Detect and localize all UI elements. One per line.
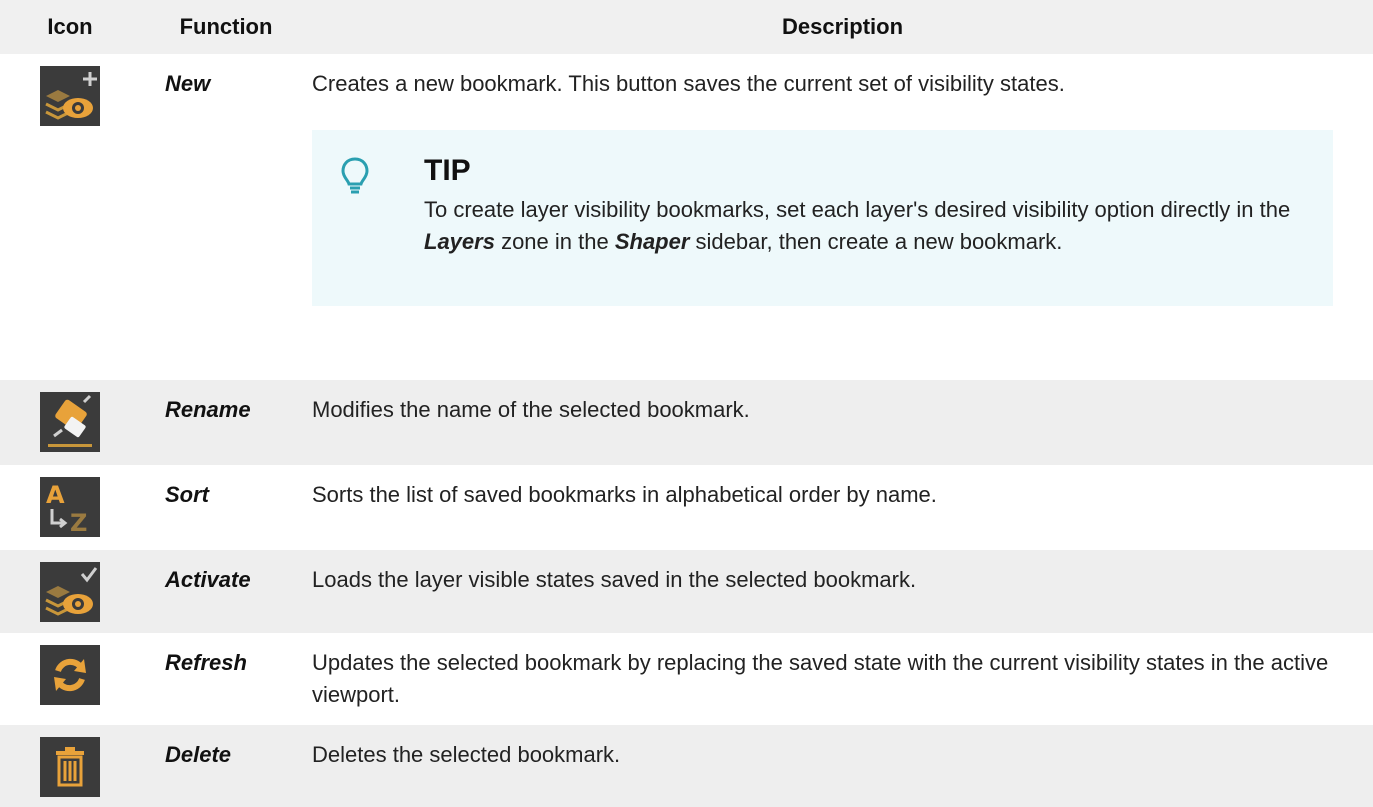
function-name: New — [165, 71, 211, 96]
functions-table: Icon Function Description New Creates a … — [0, 0, 1373, 807]
lightbulb-icon — [341, 157, 369, 194]
svg-text:Z: Z — [70, 509, 87, 537]
table-header-row: Icon Function Description — [0, 0, 1373, 54]
tip-bold-shaper: Shaper — [614, 229, 690, 254]
table-row: A Z Sort Sorts the list of saved bookmar… — [0, 465, 1373, 550]
sort-az-icon: A Z — [40, 477, 100, 537]
refresh-icon — [40, 645, 100, 705]
function-description: Sorts the list of saved bookmarks in alp… — [312, 482, 937, 507]
tip-body: To create layer visibility bookmarks, se… — [424, 197, 1291, 254]
table-row: Activate Loads the layer visible states … — [0, 550, 1373, 633]
header-description: Description — [781, 14, 904, 39]
tip-box: TIP To create layer visibility bookmarks… — [312, 130, 1333, 306]
rename-icon — [40, 392, 100, 452]
new-bookmark-icon — [40, 66, 100, 126]
tip-title: TIP — [424, 154, 471, 187]
svg-text:A: A — [46, 481, 65, 509]
function-name: Refresh — [165, 650, 247, 675]
function-description: Updates the selected bookmark by replaci… — [312, 650, 1329, 707]
header-icon: Icon — [47, 14, 93, 39]
function-description: Deletes the selected bookmark. — [312, 742, 621, 767]
function-name: Activate — [165, 567, 251, 592]
table-row: Delete Deletes the selected bookmark. — [0, 725, 1373, 807]
header-function: Function — [179, 14, 273, 39]
function-description: Loads the layer visible states saved in … — [312, 567, 917, 592]
function-name: Rename — [165, 397, 251, 422]
table-row: Rename Modifies the name of the selected… — [0, 380, 1373, 465]
table-row: Refresh Updates the selected bookmark by… — [0, 633, 1373, 725]
function-description: Modifies the name of the selected bookma… — [312, 397, 750, 422]
tip-bold-layers: Layers — [424, 229, 495, 254]
function-name: Sort — [165, 482, 209, 507]
table-row: New Creates a new bookmark. This button … — [0, 54, 1373, 380]
activate-bookmark-icon — [40, 562, 100, 622]
function-name: Delete — [165, 742, 232, 767]
function-description: Creates a new bookmark. This button save… — [312, 71, 1065, 96]
trash-icon — [40, 737, 100, 797]
